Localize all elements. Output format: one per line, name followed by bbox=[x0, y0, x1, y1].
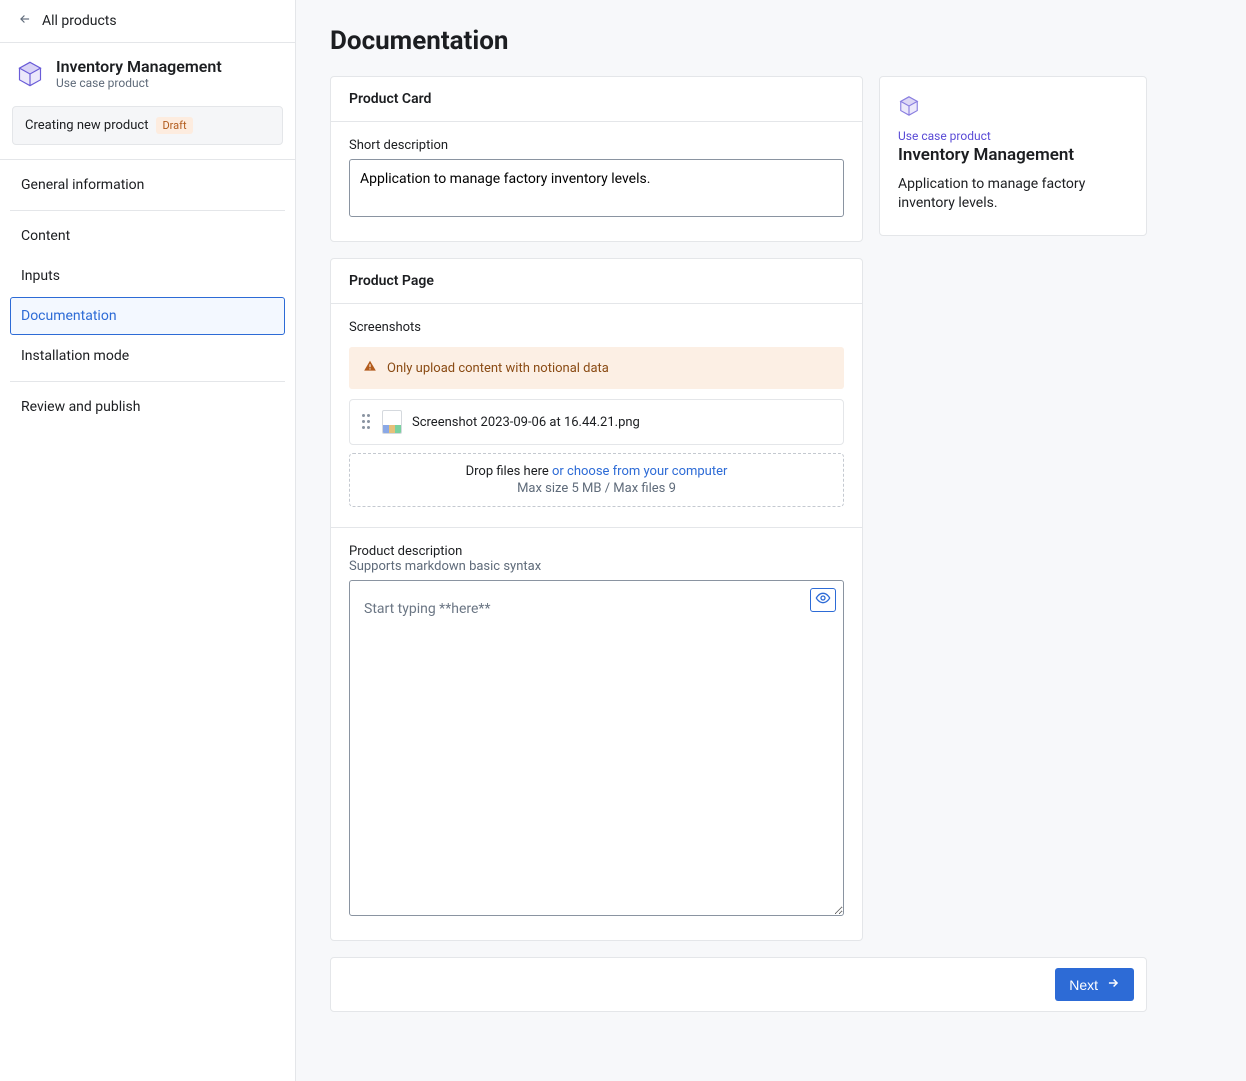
product-type-label: Use case product bbox=[56, 76, 222, 90]
page-title: Documentation bbox=[330, 26, 1212, 56]
file-thumbnail-icon bbox=[382, 410, 402, 434]
file-name: Screenshot 2023-09-06 at 16.44.21.png bbox=[412, 415, 640, 430]
next-button[interactable]: Next bbox=[1055, 968, 1134, 1001]
upload-warning: Only upload content with notional data bbox=[349, 347, 844, 389]
main-content: Documentation Product Card Short descrip… bbox=[296, 0, 1246, 1081]
choose-file-link[interactable]: or choose from your computer bbox=[552, 464, 727, 479]
dropzone-hint: Max size 5 MB / Max files 9 bbox=[358, 481, 835, 496]
product-card-preview: Use case product Inventory Management Ap… bbox=[879, 76, 1147, 236]
nav-inputs[interactable]: Inputs bbox=[10, 257, 285, 295]
nav-divider bbox=[10, 210, 285, 211]
preview-product-description: Application to manage factory inventory … bbox=[898, 175, 1128, 213]
sidebar: All products Inventory Management Use ca… bbox=[0, 0, 296, 1081]
product-card-section: Product Card Short description bbox=[330, 76, 863, 242]
product-header: Inventory Management Use case product bbox=[0, 43, 295, 98]
product-description-input[interactable] bbox=[349, 580, 844, 916]
warning-triangle-icon bbox=[363, 359, 377, 377]
status-text: Creating new product bbox=[25, 118, 148, 133]
nav-content[interactable]: Content bbox=[10, 217, 285, 255]
arrow-right-icon bbox=[1106, 976, 1120, 993]
cube-icon bbox=[898, 95, 920, 117]
uploaded-file-row[interactable]: Screenshot 2023-09-06 at 16.44.21.png bbox=[349, 399, 844, 445]
nav-documentation[interactable]: Documentation bbox=[10, 297, 285, 335]
wizard-footer: Next bbox=[330, 957, 1147, 1012]
product-page-section: Product Page Screenshots Only upload con… bbox=[330, 258, 863, 941]
creation-status: Creating new product Draft bbox=[12, 106, 283, 145]
product-description-label: Product description bbox=[349, 544, 844, 559]
back-to-all-products[interactable]: All products bbox=[0, 0, 295, 43]
back-label: All products bbox=[42, 13, 117, 29]
next-button-label: Next bbox=[1069, 977, 1098, 993]
nav-divider bbox=[10, 381, 285, 382]
product-page-header: Product Page bbox=[331, 259, 862, 304]
screenshots-label: Screenshots bbox=[349, 320, 844, 335]
preview-toggle-button[interactable] bbox=[810, 588, 836, 612]
drag-handle-icon[interactable] bbox=[362, 414, 372, 430]
nav-installation-mode[interactable]: Installation mode bbox=[10, 337, 285, 375]
eye-icon bbox=[815, 590, 831, 610]
markdown-support-hint: Supports markdown basic syntax bbox=[349, 559, 844, 574]
cube-icon bbox=[16, 60, 44, 88]
file-dropzone[interactable]: Drop files here or choose from your comp… bbox=[349, 453, 844, 507]
preview-product-type: Use case product bbox=[898, 129, 1128, 143]
short-description-label: Short description bbox=[349, 138, 844, 153]
short-description-input[interactable] bbox=[349, 159, 844, 217]
nav-review-and-publish[interactable]: Review and publish bbox=[10, 388, 285, 426]
warning-text: Only upload content with notional data bbox=[387, 361, 609, 376]
product-title: Inventory Management bbox=[56, 57, 222, 76]
draft-badge: Draft bbox=[156, 117, 192, 134]
preview-product-title: Inventory Management bbox=[898, 145, 1128, 165]
dropzone-text: Drop files here bbox=[466, 464, 552, 479]
wizard-nav: General information Content Inputs Docum… bbox=[0, 159, 295, 434]
arrow-left-icon bbox=[18, 12, 32, 30]
product-card-header: Product Card bbox=[331, 77, 862, 122]
nav-general-information[interactable]: General information bbox=[10, 166, 285, 204]
